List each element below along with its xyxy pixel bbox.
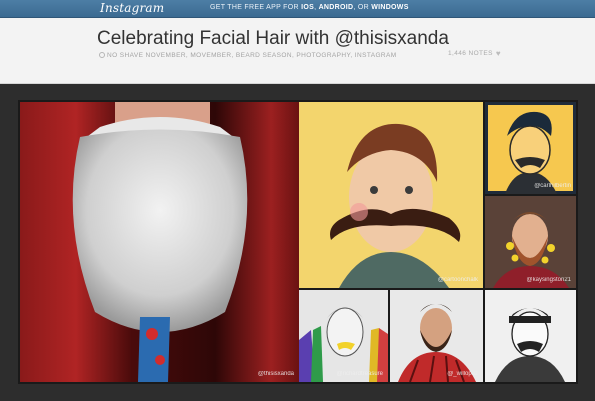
ios-link[interactable]: IOS: [301, 4, 314, 11]
photo-illustration-mustache[interactable]: @cartoonchalk: [299, 102, 483, 288]
top-bar: Instagram GET THE FREE APP FOR IOS, ANDR…: [0, 0, 595, 18]
photo-collage: @thisisxanda @cartoonchalk @carlhilberti…: [18, 100, 578, 384]
tag-text[interactable]: NO SHAVE NOVEMBER, MOVEMBER, BEARD SEASO…: [107, 52, 397, 59]
notes-count[interactable]: 1,446 NOTES ♥: [448, 49, 501, 58]
separator-text: , OR: [353, 4, 372, 11]
flower-beard-photo: [485, 196, 576, 288]
photo-rainbow-sketch[interactable]: @richardtreasure: [299, 290, 388, 382]
post-header: Celebrating Facial Hair with @thisisxand…: [0, 18, 595, 84]
photo-credit[interactable]: @_willopaz: [447, 371, 478, 377]
photo-credit[interactable]: @carlhilbertin: [534, 183, 571, 189]
plaid-beard-photo: [390, 290, 483, 382]
instagram-logo[interactable]: Instagram: [100, 1, 164, 15]
page-title: Celebrating Facial Hair with @thisisxand…: [97, 28, 449, 49]
rainbow-sketch-art: [299, 290, 388, 382]
android-link[interactable]: ANDROID: [319, 4, 354, 11]
photo-credit[interactable]: @kaysingston21: [527, 277, 571, 283]
photo-credit[interactable]: @thisisxanda: [258, 371, 294, 377]
get-app-text: GET THE FREE APP FOR: [210, 4, 302, 11]
photo-flower-beard[interactable]: @kaysingston21: [485, 196, 576, 288]
photo-main-beard[interactable]: @thisisxanda: [20, 102, 299, 382]
tag-list[interactable]: NO SHAVE NOVEMBER, MOVEMBER, BEARD SEASO…: [99, 52, 397, 59]
illustration-art: [299, 102, 483, 288]
beard-illustration: [20, 102, 299, 382]
photo-credit[interactable]: @richardtreasure: [337, 371, 383, 377]
notes-label: 1,446 NOTES: [448, 50, 493, 57]
get-app-banner: GET THE FREE APP FOR IOS, ANDROID, OR WI…: [210, 4, 409, 11]
photo-cartoon-man[interactable]: @carlhilbertin: [485, 102, 576, 194]
photo-credit[interactable]: @cartoonchalk: [438, 277, 478, 283]
photo-ink-sketch[interactable]: [485, 290, 576, 382]
photo-plaid-beard[interactable]: @_willopaz: [390, 290, 483, 382]
cartoon-art: [485, 102, 576, 194]
tag-icon: [99, 52, 105, 58]
ink-sketch-art: [485, 290, 576, 382]
heart-icon[interactable]: ♥: [496, 49, 501, 58]
windows-link[interactable]: WINDOWS: [371, 4, 408, 11]
